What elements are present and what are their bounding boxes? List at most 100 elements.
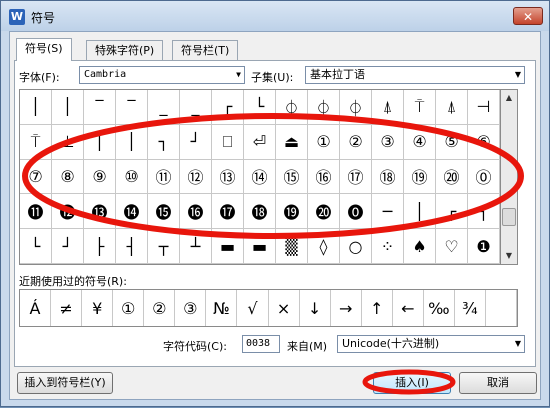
symbol-cell[interactable]: ④ <box>404 124 436 160</box>
symbol-cell[interactable]: ‾ <box>84 90 116 125</box>
symbol-cell[interactable]: ⑱ <box>372 159 404 195</box>
scrollbar-thumb[interactable] <box>502 208 516 226</box>
symbol-cell[interactable]: ⓱ <box>212 194 244 230</box>
recent-symbol-cell[interactable]: √ <box>237 290 269 326</box>
symbol-cell[interactable]: │ <box>84 124 116 160</box>
symbol-cell[interactable]: ⓬ <box>52 194 84 230</box>
symbol-cell[interactable]: ├ <box>84 229 116 264</box>
scroll-down-icon[interactable]: ▼ <box>501 248 517 264</box>
recent-symbol-cell[interactable]: → <box>331 290 362 326</box>
symbol-cell[interactable]: ⎕ <box>212 124 244 160</box>
symbol-cell[interactable]: ┘ <box>52 229 84 264</box>
symbol-cell[interactable]: └ <box>20 229 52 264</box>
symbol-cell[interactable]: ⍋ <box>436 90 468 125</box>
symbol-cell[interactable]: ⑪ <box>148 159 180 195</box>
insert-button[interactable]: 插入(I) <box>373 372 451 394</box>
symbol-cell[interactable]: ❶ <box>468 229 500 264</box>
symbol-cell[interactable]: ┬ <box>148 229 180 264</box>
symbol-cell[interactable]: ⓪ <box>468 159 500 195</box>
symbol-cell[interactable]: └ <box>244 90 276 125</box>
symbol-cell[interactable]: ① <box>308 124 340 160</box>
symbol-cell[interactable]: ⓯ <box>148 194 180 230</box>
symbol-cell[interactable]: ⓫ <box>20 194 52 230</box>
symbol-cell[interactable]: │ <box>20 90 52 125</box>
symbol-cell[interactable]: ◊ <box>308 229 340 264</box>
symbol-cell[interactable]: ┘ <box>180 124 212 160</box>
symbol-cell[interactable]: ⑳ <box>436 159 468 195</box>
tab-symbol-bar[interactable]: 符号栏(T) <box>172 40 239 60</box>
symbol-cell[interactable]: ‾ <box>116 90 148 125</box>
recent-symbol-cell[interactable]: № <box>206 290 238 326</box>
symbol-cell[interactable]: ⑨ <box>84 159 116 195</box>
symbol-cell[interactable]: ┌ <box>436 194 468 230</box>
symbol-cell[interactable]: ▬ <box>212 229 244 264</box>
tab-special-chars[interactable]: 特殊字符(P) <box>86 40 164 60</box>
symbol-cell[interactable]: ⑫ <box>180 159 212 195</box>
symbol-cell[interactable]: ┴ <box>180 229 212 264</box>
symbol-cell[interactable]: ⑯ <box>308 159 340 195</box>
recent-symbol-cell[interactable]: Á <box>20 290 52 326</box>
symbol-cell[interactable]: ⑩ <box>116 159 148 195</box>
cancel-button[interactable]: 取消 <box>459 372 537 394</box>
subset-select[interactable]: 基本拉丁语 ▼ <box>305 66 525 84</box>
symbol-cell[interactable]: ─ <box>372 194 404 230</box>
symbol-cell[interactable]: ③ <box>372 124 404 160</box>
recent-symbol-cell[interactable]: ↑ <box>362 290 393 326</box>
symbol-cell[interactable]: ⑭ <box>244 159 276 195</box>
symbol-cell[interactable]: ♠ <box>404 229 436 264</box>
scroll-up-icon[interactable]: ▲ <box>501 90 517 106</box>
symbol-grid-scrollbar[interactable]: ▲ ▼ <box>501 89 518 265</box>
symbol-cell[interactable]: ⓴ <box>308 194 340 230</box>
symbol-cell[interactable]: ⑥ <box>468 124 500 160</box>
recent-symbol-cell[interactable]: ② <box>144 290 176 326</box>
symbol-cell[interactable]: ⑤ <box>436 124 468 160</box>
symbol-cell[interactable]: ⑬ <box>212 159 244 195</box>
encoding-select[interactable]: Unicode(十六进制) ▼ <box>337 335 525 353</box>
char-code-input[interactable]: 0038 <box>242 335 280 353</box>
symbol-cell[interactable]: ⏀ <box>340 90 372 125</box>
symbol-cell[interactable]: ┐ <box>468 194 500 230</box>
symbol-cell[interactable]: ⑦ <box>20 159 52 195</box>
symbol-cell[interactable]: ⊣ <box>468 90 500 125</box>
symbol-cell[interactable]: ⊥ <box>52 124 84 160</box>
symbol-cell[interactable]: │ <box>116 124 148 160</box>
symbol-cell[interactable]: ⑰ <box>340 159 372 195</box>
symbol-cell[interactable]: ⓿ <box>340 194 372 230</box>
symbol-cell[interactable]: ⏀ <box>276 90 308 125</box>
recent-symbol-cell[interactable]: ¾ <box>455 290 486 326</box>
recent-symbol-cell[interactable] <box>486 290 517 326</box>
symbol-cell[interactable]: ⑧ <box>52 159 84 195</box>
symbol-cell[interactable]: ┤ <box>116 229 148 264</box>
tab-symbols[interactable]: 符号(S) <box>16 38 72 61</box>
symbol-cell[interactable]: _ <box>148 90 180 125</box>
recent-symbol-cell[interactable]: ③ <box>175 290 207 326</box>
symbol-cell[interactable]: ♡ <box>436 229 468 264</box>
recent-symbol-cell[interactable]: ‰ <box>424 290 455 326</box>
symbol-cell[interactable]: ┐ <box>148 124 180 160</box>
font-select[interactable]: Cambria ▼ <box>79 66 245 84</box>
symbol-cell[interactable]: ⑲ <box>404 159 436 195</box>
recent-symbol-cell[interactable]: ≠ <box>51 290 83 326</box>
recent-symbol-cell[interactable]: ↓ <box>300 290 331 326</box>
symbol-cell[interactable]: ⍑ <box>20 124 52 160</box>
symbol-cell[interactable]: ⓰ <box>180 194 212 230</box>
close-button[interactable]: ✕ <box>513 7 543 25</box>
symbol-cell[interactable]: ⓮ <box>116 194 148 230</box>
recent-symbol-cell[interactable]: ¥ <box>82 290 114 326</box>
symbol-cell[interactable]: _ <box>180 90 212 125</box>
recent-symbol-cell[interactable]: ① <box>113 290 145 326</box>
symbol-cell[interactable]: │ <box>52 90 84 125</box>
symbol-cell[interactable]: ⓲ <box>244 194 276 230</box>
symbol-cell[interactable]: ⓭ <box>84 194 116 230</box>
symbol-cell[interactable]: │ <box>404 194 436 230</box>
symbol-cell[interactable]: ⏀ <box>308 90 340 125</box>
symbol-cell[interactable]: ⏏ <box>276 124 308 160</box>
recent-symbol-cell[interactable]: ← <box>393 290 424 326</box>
symbol-cell[interactable]: ⍑ <box>404 90 436 125</box>
recent-symbol-cell[interactable]: × <box>269 290 300 326</box>
symbol-cell[interactable]: ⑮ <box>276 159 308 195</box>
symbol-cell[interactable]: ⁘ <box>372 229 404 264</box>
symbol-cell[interactable]: ⍋ <box>372 90 404 125</box>
symbol-cell[interactable]: ⓳ <box>276 194 308 230</box>
symbol-cell[interactable]: ┌ <box>212 90 244 125</box>
